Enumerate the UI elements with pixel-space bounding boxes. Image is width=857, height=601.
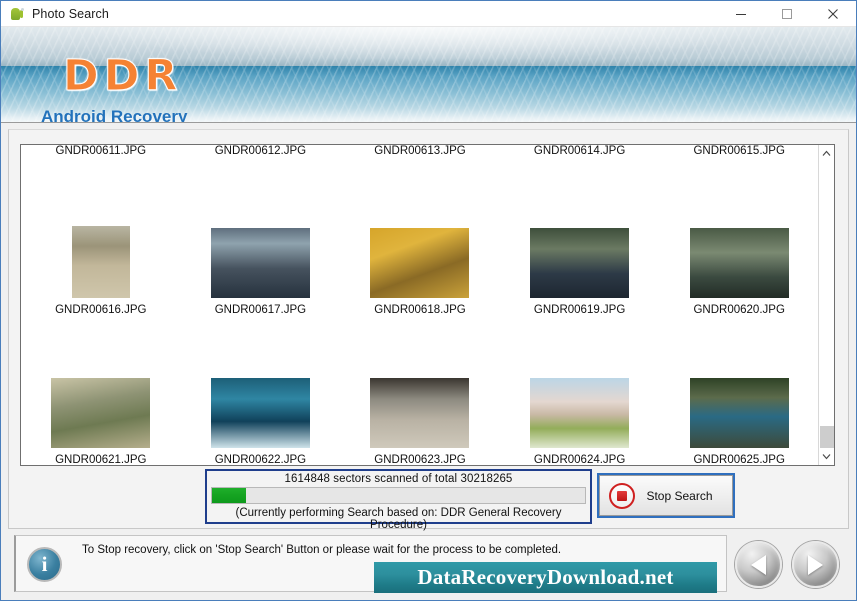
list-item[interactable]: GNDR00625.JPG: [659, 318, 819, 465]
minimize-icon[interactable]: [718, 1, 764, 27]
progress-bar: [211, 487, 586, 504]
thumbnail-caption: GNDR00611.JPG: [55, 145, 147, 157]
chevron-down-icon[interactable]: [819, 448, 834, 465]
thumbnail-caption: GNDR00613.JPG: [374, 145, 466, 157]
list-item[interactable]: GNDR00612.JPG: [181, 145, 341, 168]
list-item[interactable]: GNDR00617.JPG: [181, 168, 341, 318]
progress-note: (Currently performing Search based on: D…: [235, 507, 562, 531]
arrow-right-icon: [808, 554, 823, 575]
thumbnail-image[interactable]: [689, 228, 789, 298]
thumbnail-caption: GNDR00625.JPG: [693, 454, 785, 465]
list-item[interactable]: GNDR00620.JPG: [659, 168, 819, 318]
stop-search-button[interactable]: Stop Search: [597, 473, 735, 518]
vertical-scrollbar[interactable]: [818, 145, 834, 465]
progress-bar-fill: [212, 488, 246, 503]
progress-panel: 1614848 sectors scanned of total 3021826…: [205, 469, 592, 531]
arrow-left-icon: [751, 554, 766, 575]
thumbnail-caption: GNDR00618.JPG: [374, 304, 466, 316]
list-item[interactable]: GNDR00622.JPG: [181, 318, 341, 465]
window-title: Photo Search: [32, 6, 109, 21]
status-bar: i To Stop recovery, click on 'Stop Searc…: [14, 535, 727, 593]
list-item[interactable]: GNDR00624.JPG: [500, 318, 660, 465]
thumbnail-image[interactable]: [71, 226, 130, 298]
list-item[interactable]: GNDR00613.JPG: [340, 145, 500, 168]
navigation-buttons: [735, 541, 839, 588]
thumbnail-image[interactable]: [370, 378, 470, 448]
thumbnail-image[interactable]: [689, 378, 789, 448]
scrollbar-track[interactable]: [819, 162, 834, 448]
thumbnail-caption: GNDR00623.JPG: [374, 454, 466, 465]
brand-banner: DataRecoveryDownload.net: [374, 562, 717, 593]
close-icon[interactable]: [810, 1, 856, 27]
thumbnail-caption: GNDR00620.JPG: [693, 304, 785, 316]
list-item[interactable]: GNDR00615.JPG: [659, 145, 819, 168]
list-item[interactable]: GNDR00611.JPG: [21, 145, 181, 168]
thumbnail-caption: GNDR00617.JPG: [214, 304, 307, 316]
thumbnail-grid-viewport: GNDR00611.JPG GNDR00612.JPG GNDR00613.JP…: [21, 145, 819, 465]
thumbnail-list-panel[interactable]: GNDR00611.JPG GNDR00612.JPG GNDR00613.JP…: [20, 144, 835, 466]
thumbnail-grid: GNDR00611.JPG GNDR00612.JPG GNDR00613.JP…: [21, 145, 819, 465]
title-bar: Photo Search: [1, 1, 856, 27]
status-message: To Stop recovery, click on 'Stop Search'…: [82, 544, 562, 556]
photo-search-window: Photo Search DDR Android Recovery GNDR00…: [0, 0, 857, 601]
chevron-up-icon[interactable]: [819, 145, 834, 162]
stop-square-icon: [609, 482, 635, 509]
thumbnail-image[interactable]: [530, 228, 630, 298]
list-item[interactable]: GNDR00619.JPG: [500, 168, 660, 318]
next-button[interactable]: [792, 541, 839, 588]
thumbnail-caption: GNDR00621.JPG: [55, 454, 147, 465]
window-controls: [718, 1, 856, 27]
previous-button[interactable]: [735, 541, 782, 588]
app-header: DDR Android Recovery: [1, 27, 856, 123]
list-item[interactable]: GNDR00621.JPG: [21, 318, 181, 465]
thumbnail-caption: GNDR00624.JPG: [533, 454, 626, 465]
header-subtitle: Android Recovery: [41, 107, 188, 123]
list-item[interactable]: GNDR00623.JPG: [340, 318, 500, 465]
thumbnail-image[interactable]: [210, 228, 310, 298]
list-item[interactable]: GNDR00616.JPG: [21, 168, 181, 318]
thumbnail-caption: GNDR00615.JPG: [693, 145, 785, 157]
header-divider: [1, 122, 856, 123]
stop-search-label: Stop Search: [646, 488, 713, 503]
thumbnail-image[interactable]: [51, 378, 151, 448]
progress-status-text: 1614848 sectors scanned of total 3021826…: [284, 473, 513, 485]
thumbnail-image[interactable]: [210, 378, 310, 448]
thumbnail-caption: GNDR00614.JPG: [533, 145, 626, 157]
thumbnail-caption: GNDR00619.JPG: [533, 304, 626, 316]
thumbnail-caption: GNDR00622.JPG: [214, 454, 307, 465]
info-icon: i: [27, 547, 62, 582]
thumbnail-caption: GNDR00612.JPG: [214, 145, 307, 157]
thumbnail-image[interactable]: [530, 378, 630, 448]
android-droid-icon: [9, 6, 25, 22]
thumbnail-image[interactable]: [370, 228, 470, 298]
maximize-icon[interactable]: [764, 1, 810, 27]
list-item[interactable]: GNDR00618.JPG: [340, 168, 500, 318]
ddr-logo: DDR: [63, 51, 183, 102]
scrollbar-thumb[interactable]: [820, 426, 834, 448]
brand-text: DataRecoveryDownload.net: [417, 565, 674, 589]
thumbnail-caption: GNDR00616.JPG: [55, 304, 147, 316]
list-item[interactable]: GNDR00614.JPG: [500, 145, 660, 168]
